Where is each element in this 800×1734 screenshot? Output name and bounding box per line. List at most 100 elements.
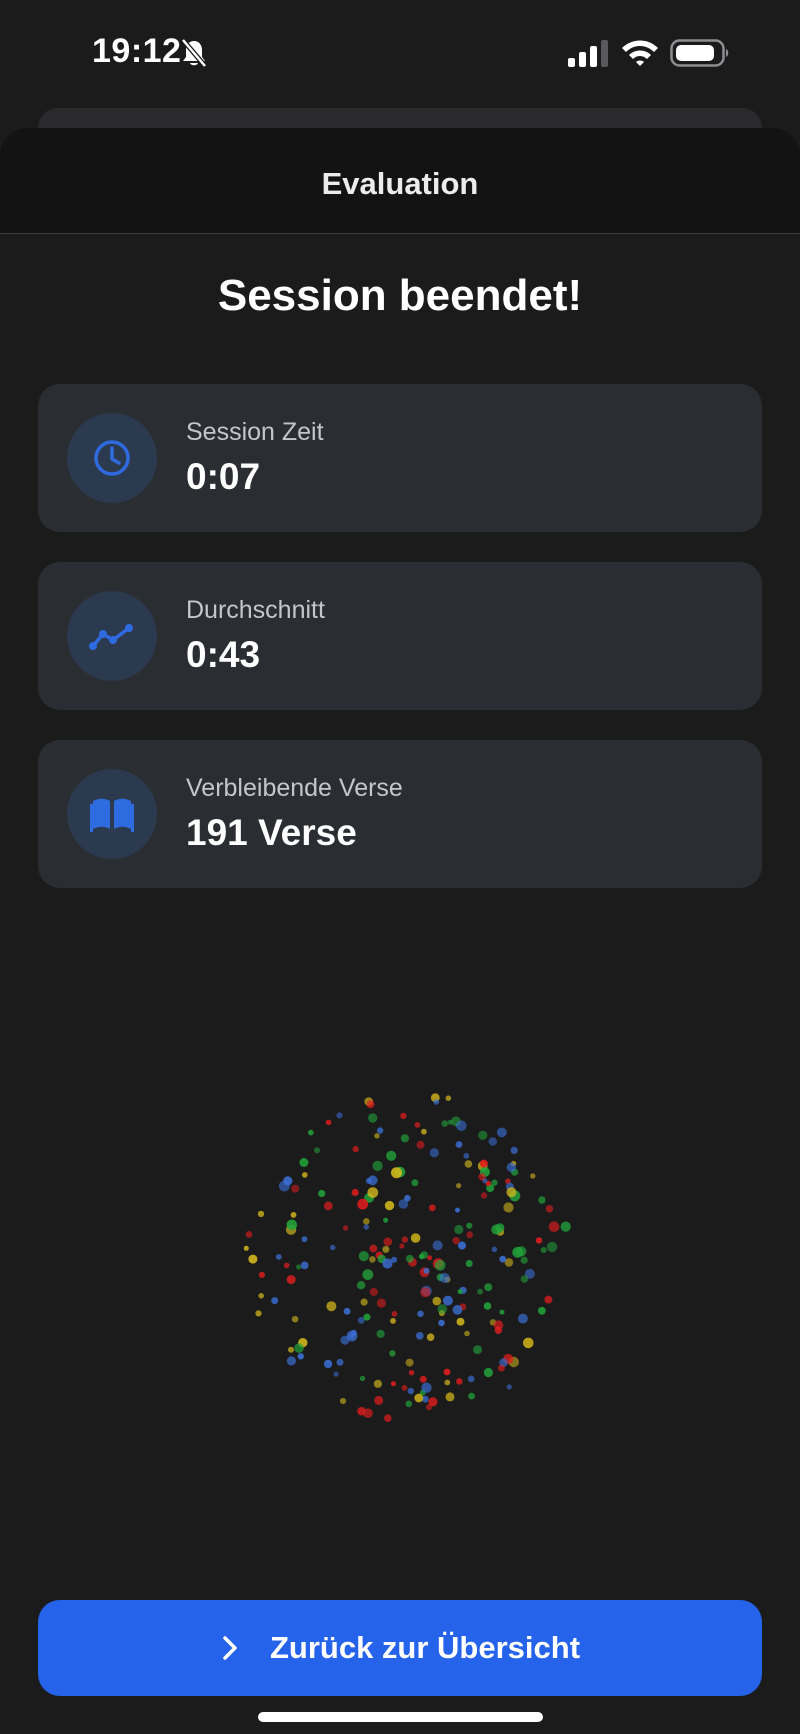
confetti-dot (325, 1119, 332, 1126)
stat-card-remaining-verses: Verbleibende Verse 191 Verse (38, 740, 762, 888)
home-indicator (258, 1712, 543, 1722)
confetti-dot (400, 1112, 407, 1120)
stat-card-average: Durchschnitt 0:43 (38, 562, 762, 710)
confetti-dot (400, 1134, 409, 1143)
confetti-dot (308, 1129, 314, 1136)
confetti-dot (245, 1231, 253, 1238)
confetti-dot (445, 1392, 455, 1402)
confetti-dot (520, 1275, 529, 1283)
confetti-dot (546, 1241, 558, 1253)
confetti-dot (383, 1237, 393, 1246)
confetti-dot (464, 1330, 470, 1337)
confetti-dot (376, 1329, 385, 1338)
confetti-dot (560, 1221, 571, 1232)
confetti-dot (362, 1269, 374, 1280)
confetti-dot (301, 1236, 308, 1243)
confetti-dot (426, 1333, 435, 1341)
confetti-dot (391, 1256, 398, 1263)
session-headline: Session beendet! (217, 271, 583, 320)
confetti-dot (438, 1319, 445, 1327)
confetti-dot (357, 1317, 365, 1324)
confetti-dot (433, 1099, 440, 1105)
confetti-dot (414, 1393, 424, 1403)
confetti-dot (288, 1346, 294, 1353)
confetti-dot (359, 1375, 366, 1382)
back-to-overview-button[interactable]: Zurück zur Übersicht (38, 1600, 762, 1696)
confetti-dot (286, 1356, 296, 1366)
confetti-dot (428, 1397, 438, 1407)
confetti-dot (340, 1335, 350, 1345)
confetti-dot (373, 1379, 382, 1388)
confetti-dot (410, 1233, 421, 1243)
confetti-dot (356, 1281, 366, 1290)
confetti-dot (484, 1283, 493, 1292)
status-time: 19:12 (92, 32, 182, 70)
confetti-dot (506, 1162, 517, 1172)
confetti-dot (323, 1201, 333, 1211)
confetti-dot (538, 1306, 546, 1315)
confetti-animation (243, 1093, 571, 1422)
confetti-dot (414, 1122, 421, 1128)
confetti-dot (369, 1244, 378, 1253)
confetti-dot (297, 1353, 304, 1360)
confetti-dot (495, 1223, 505, 1233)
confetti-dot (466, 1231, 474, 1239)
confetti-dot (286, 1219, 298, 1231)
confetti-dot (405, 1254, 414, 1263)
confetti-dot (479, 1159, 488, 1168)
confetti-dot (421, 1128, 427, 1135)
confetti-dot (336, 1358, 344, 1366)
confetti-dot (257, 1210, 265, 1218)
confetti-dot (441, 1120, 448, 1127)
confetti-dot (372, 1160, 383, 1171)
confetti-dot (283, 1262, 290, 1269)
stat-value: 0:43 (186, 634, 261, 675)
stat-card-session-time: Session Zeit 0:07 (38, 384, 762, 532)
confetti-dot (457, 1289, 463, 1295)
confetti-dot (506, 1187, 517, 1198)
confetti-dot (367, 1187, 379, 1198)
confetti-dot (423, 1267, 430, 1274)
chevron-right-icon (223, 1636, 237, 1660)
stat-value: 0:07 (186, 456, 261, 497)
confetti-dot (493, 1320, 504, 1330)
confetti-dot (271, 1297, 279, 1305)
confetti-dot (336, 1112, 343, 1119)
confetti-dot (357, 1198, 369, 1210)
confetti-dot (384, 1200, 395, 1211)
confetti-dot (243, 1245, 249, 1251)
confetti-dot (382, 1245, 390, 1253)
status-bar: 19:12 (0, 0, 800, 110)
confetti-dot (401, 1384, 408, 1391)
confetti-dot (488, 1137, 497, 1146)
clock-icon (94, 440, 130, 476)
confetti-dot (369, 1287, 378, 1296)
confetti-dot (445, 1095, 452, 1101)
confetti-dot (408, 1370, 415, 1376)
confetti-dot (464, 1160, 473, 1168)
confetti-dot (368, 1113, 378, 1123)
confetti-dot (294, 1343, 304, 1353)
confetti-dot (367, 1175, 378, 1186)
bell-slash-icon (181, 38, 207, 68)
confetti-dot (283, 1176, 293, 1186)
confetti-dot (465, 1260, 473, 1267)
confetti-dot (503, 1202, 514, 1213)
confetti-dot (258, 1293, 264, 1299)
confetti-dot (275, 1254, 282, 1260)
confetti-dot (411, 1179, 419, 1187)
confetti-dot (439, 1272, 450, 1284)
confetti-dot (419, 1375, 427, 1383)
confetti-dot (384, 1414, 392, 1422)
confetti-dot (467, 1375, 475, 1383)
confetti-dot (300, 1261, 309, 1270)
confetti-dot (374, 1395, 384, 1405)
confetti-dot (363, 1224, 369, 1230)
confetti-dot (455, 1141, 463, 1148)
confetti-dot (456, 1378, 463, 1385)
stat-icon-circle (67, 769, 157, 859)
stat-icon-circle (67, 413, 157, 503)
confetti-dot (520, 1256, 528, 1264)
confetti-dot (540, 1247, 547, 1253)
wifi-icon (622, 40, 658, 66)
